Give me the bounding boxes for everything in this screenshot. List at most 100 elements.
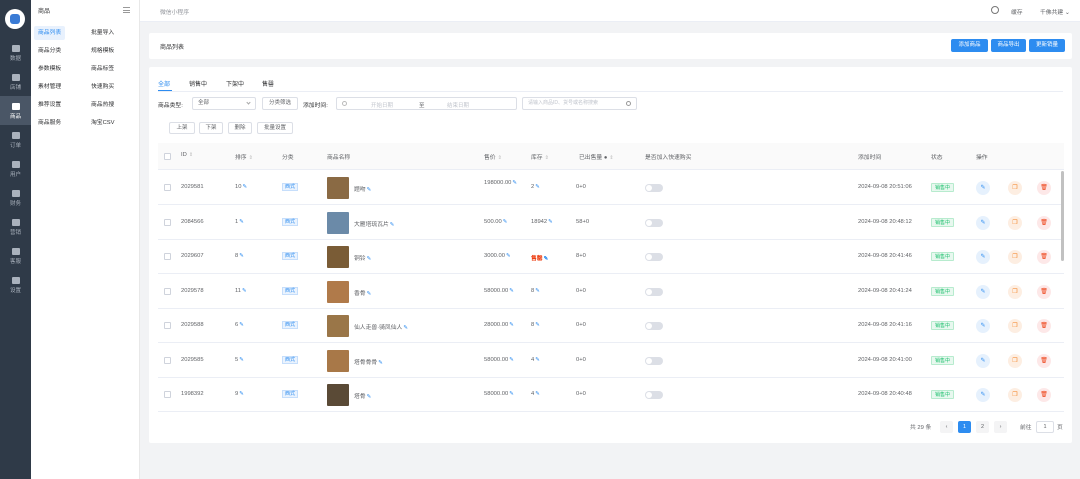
edit-pencil-icon[interactable]: ✎ [239, 219, 244, 225]
product-name[interactable]: 塔骨✎ [354, 391, 371, 400]
rail-item-service[interactable]: 客服 [0, 241, 31, 270]
update-sales-button[interactable]: 更新销量 [1029, 39, 1065, 52]
edit-icon[interactable]: ✎ [976, 284, 990, 299]
sort-icon[interactable]: ⇕ [249, 155, 253, 161]
delete-button[interactable]: 删除 [228, 122, 252, 134]
submenu-item[interactable]: 淘宝CSV [87, 116, 119, 130]
copy-icon[interactable]: ❐ [1008, 319, 1022, 333]
submenu-item[interactable]: 参数模板 [34, 62, 65, 76]
tab-on-sale[interactable]: 销售中 [189, 79, 207, 88]
rail-item-finance[interactable]: 财务 [0, 183, 31, 212]
download-icon[interactable] [991, 6, 999, 14]
edit-pencil-icon[interactable]: ✎ [535, 184, 540, 190]
add-product-button[interactable]: 添加商品 [951, 39, 988, 52]
edit-pencil-icon[interactable]: ✎ [503, 219, 508, 225]
delete-icon[interactable]: 🗑 [1037, 284, 1051, 299]
price-value[interactable]: 28000.00✎ [484, 322, 514, 328]
rail-item-settings[interactable]: 设置 [0, 270, 31, 299]
sort-value[interactable]: 6✎ [235, 322, 244, 328]
date-range-picker[interactable]: 开始日期 至 结束日期 [336, 97, 517, 110]
product-name[interactable]: 塔骨骨骨✎ [354, 357, 383, 366]
delete-icon[interactable]: 🗑 [1037, 181, 1051, 195]
price-value[interactable]: 58000.00✎ [484, 391, 514, 397]
price-value[interactable]: 58000.00✎ [484, 288, 514, 294]
copy-icon[interactable]: ❐ [1008, 215, 1022, 230]
rail-item-marketing[interactable]: 营销 [0, 212, 31, 241]
edit-pencil-icon[interactable]: ✎ [239, 357, 244, 363]
page-1-button[interactable]: 1 [958, 421, 971, 433]
edit-pencil-icon[interactable]: ✎ [509, 357, 514, 363]
copy-icon[interactable]: ❐ [1008, 388, 1022, 402]
col-sold[interactable]: 已出售量 ● ⇕ [579, 152, 614, 161]
sort-value[interactable]: 9✎ [235, 391, 244, 397]
col-stock[interactable]: 库存 ⇕ [531, 152, 549, 161]
edit-pencil-icon[interactable]: ✎ [548, 219, 553, 225]
row-checkbox[interactable] [164, 218, 171, 226]
sort-value[interactable]: 1✎ [235, 219, 244, 225]
edit-icon[interactable]: ✎ [976, 215, 990, 230]
quick-buy-toggle[interactable] [645, 391, 663, 399]
tab-sold-out[interactable]: 售罄 [262, 79, 274, 88]
tab-off-shelf[interactable]: 下架中 [226, 79, 244, 88]
delete-icon[interactable]: 🗑 [1037, 388, 1051, 402]
on-shelf-button[interactable]: 上架 [169, 122, 195, 134]
type-select[interactable]: 全部 [192, 97, 256, 110]
edit-pencil-icon[interactable]: ✎ [367, 256, 372, 262]
rail-item-dashboard[interactable]: 数据 [0, 38, 31, 67]
col-sort[interactable]: 排序 ⇕ [235, 152, 253, 161]
sort-icon[interactable]: ⇕ [545, 155, 549, 161]
stock-value[interactable]: 4✎ [531, 357, 540, 363]
edit-pencil-icon[interactable]: ✎ [239, 322, 244, 328]
quick-buy-toggle[interactable] [645, 356, 663, 365]
category-filter-button[interactable]: 分类筛选 [262, 97, 298, 110]
edit-pencil-icon[interactable]: ✎ [390, 222, 395, 228]
edit-pencil-icon[interactable]: ✎ [367, 394, 372, 400]
copy-icon[interactable]: ❐ [1008, 353, 1022, 368]
row-checkbox[interactable] [164, 184, 171, 191]
delete-icon[interactable]: 🗑 [1037, 319, 1051, 333]
edit-pencil-icon[interactable]: ✎ [509, 322, 514, 328]
submenu-item[interactable]: 商品分类 [34, 44, 65, 58]
quick-buy-toggle[interactable] [645, 218, 663, 227]
sort-icon[interactable]: ⇕ [498, 155, 502, 161]
off-shelf-button[interactable]: 下架 [199, 122, 223, 134]
next-page-button[interactable]: › [994, 421, 1007, 433]
edit-pencil-icon[interactable]: ✎ [509, 288, 514, 294]
edit-pencil-icon[interactable]: ✎ [506, 253, 511, 259]
edit-icon[interactable]: ✎ [976, 181, 990, 195]
col-price[interactable]: 售价 ⇕ [484, 152, 502, 161]
edit-pencil-icon[interactable]: ✎ [509, 391, 514, 397]
product-name[interactable]: 题吻✎ [354, 184, 371, 193]
submenu-item[interactable]: 素材管理 [34, 80, 65, 94]
edit-pencil-icon[interactable]: ✎ [535, 288, 540, 294]
col-id[interactable]: ID ⇕ [181, 152, 193, 158]
quick-buy-toggle[interactable] [645, 322, 663, 330]
user-menu[interactable]: 千佛共建 ⌄ [1040, 7, 1070, 16]
copy-icon[interactable]: ❐ [1008, 181, 1022, 195]
tab-all[interactable]: 全部 [158, 79, 170, 88]
quick-buy-toggle[interactable] [645, 287, 663, 296]
edit-pencil-icon[interactable]: ✎ [544, 256, 549, 262]
stock-value[interactable]: 2✎ [531, 184, 540, 190]
cache-link[interactable]: 缓存 [1011, 7, 1023, 16]
stock-value[interactable]: 18942✎ [531, 219, 553, 225]
edit-icon[interactable]: ✎ [976, 250, 990, 264]
edit-pencil-icon[interactable]: ✎ [512, 180, 517, 186]
edit-pencil-icon[interactable]: ✎ [535, 322, 540, 328]
edit-pencil-icon[interactable]: ✎ [239, 391, 244, 397]
rail-item-users[interactable]: 用户 [0, 154, 31, 183]
row-checkbox[interactable] [164, 322, 171, 329]
submenu-item[interactable]: 快速购买 [87, 80, 118, 94]
date-end-input[interactable]: 结束日期 [447, 101, 469, 109]
submenu-item[interactable]: 推荐设置 [34, 98, 65, 112]
edit-pencil-icon[interactable]: ✎ [535, 391, 540, 397]
submenu-item[interactable]: 批量导入 [87, 26, 118, 40]
submenu-item[interactable]: 商品标签 [87, 62, 118, 76]
quick-buy-toggle[interactable] [645, 253, 663, 261]
edit-pencil-icon[interactable]: ✎ [242, 184, 247, 190]
product-name[interactable]: 大雁塔琉瓦片✎ [354, 219, 394, 228]
submenu-item[interactable]: 商品服务 [34, 116, 65, 130]
price-value[interactable]: 3000.00✎ [484, 253, 511, 259]
sort-value[interactable]: 5✎ [235, 357, 244, 363]
submenu-item[interactable]: 规格模板 [87, 44, 118, 58]
